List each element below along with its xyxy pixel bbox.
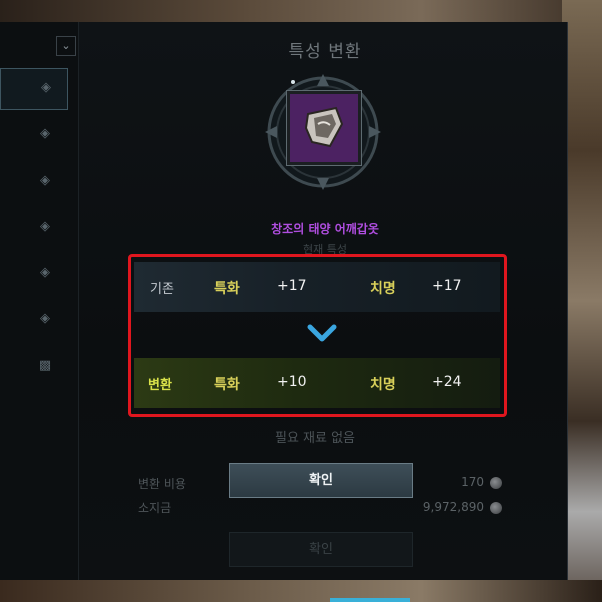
item-name: 창조의 태양 어깨갑옷 bbox=[271, 222, 379, 236]
confirm-button[interactable]: 확인 bbox=[229, 463, 413, 498]
highlight-annotation-box bbox=[128, 254, 507, 417]
no-material-text: 필요 재료 없음 bbox=[274, 431, 356, 446]
armor-slot-icon: ◈ bbox=[40, 219, 50, 234]
armor-slot-icon: ◈ bbox=[40, 265, 50, 280]
item-grade-bar bbox=[268, 188, 376, 204]
game-background-top bbox=[0, 0, 602, 22]
sidebar-item-2[interactable]: ◈ bbox=[0, 115, 66, 155]
cost-label: 변환 비용 bbox=[138, 477, 186, 491]
sidebar-item-1[interactable]: ◈ bbox=[0, 68, 68, 110]
gold-label: 소지금 bbox=[138, 501, 172, 515]
page-title: 특성 변환 bbox=[288, 42, 362, 62]
sidebar-item-6[interactable]: ◈ bbox=[0, 300, 66, 340]
game-background-bottom bbox=[0, 580, 602, 602]
bottom-highlight bbox=[330, 598, 410, 602]
gold-value: 9,972,890 bbox=[422, 500, 484, 514]
game-background-right bbox=[562, 0, 602, 602]
armor-slot-icon: ◈ bbox=[40, 311, 50, 326]
confirm-button-disabled[interactable]: 확인 bbox=[229, 532, 413, 567]
silver-coin-icon bbox=[490, 477, 502, 489]
silver-coin-icon bbox=[490, 502, 502, 514]
armor-slot-icon: ◈ bbox=[40, 126, 50, 141]
sidebar-item-4[interactable]: ◈ bbox=[0, 208, 66, 248]
cost-value: 170 bbox=[461, 475, 484, 489]
sidebar-item-7[interactable]: ▩ bbox=[0, 347, 66, 387]
lock-icon: ▩ bbox=[38, 358, 52, 373]
item-icon-slot[interactable] bbox=[287, 91, 361, 165]
sidebar-item-3[interactable]: ◈ bbox=[0, 162, 66, 202]
sidebar-item-5[interactable]: ◈ bbox=[0, 254, 66, 294]
armor-slot-icon: ◈ bbox=[40, 173, 50, 188]
chevron-down-icon[interactable]: ⌄ bbox=[56, 36, 76, 56]
armor-slot-icon: ◈ bbox=[41, 80, 51, 95]
shoulder-armor-icon bbox=[304, 106, 344, 148]
